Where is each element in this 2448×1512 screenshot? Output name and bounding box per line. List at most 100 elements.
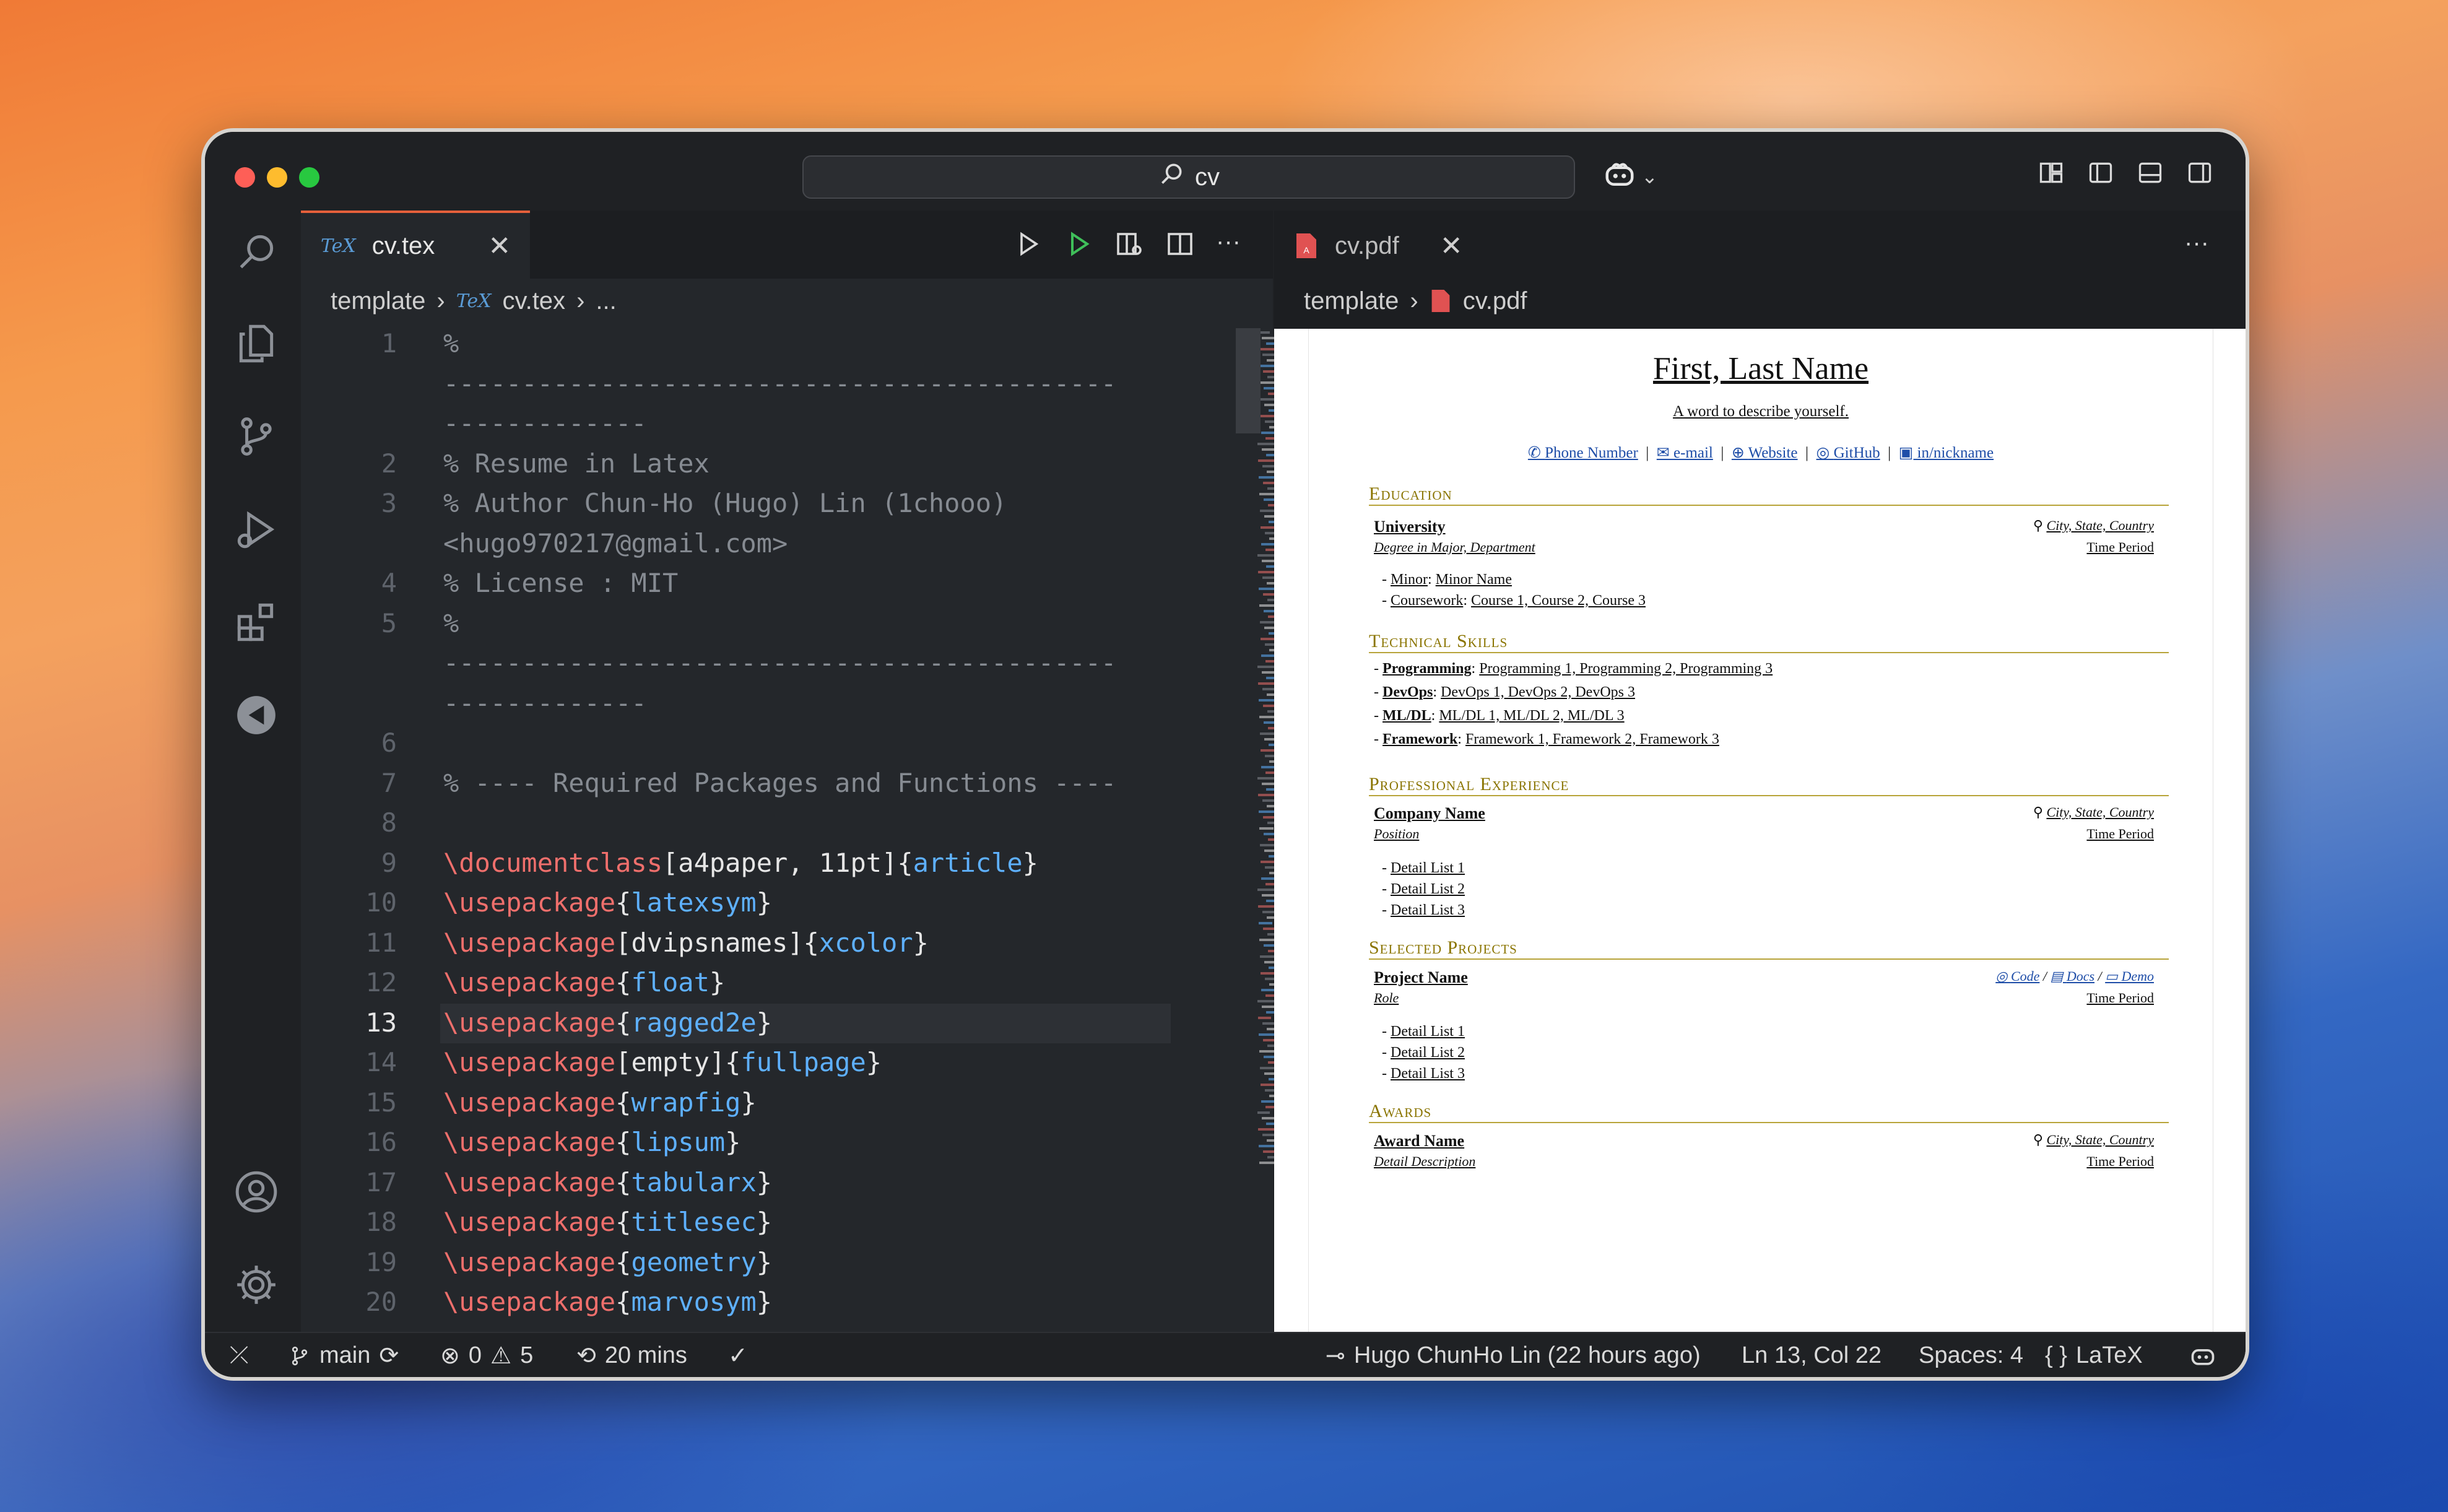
minimap-line [1257,1111,1270,1114]
settings-gear-icon[interactable] [233,1262,279,1308]
branch-name: main [319,1342,371,1368]
error-icon: ⊗ [440,1343,460,1369]
remote-indicator[interactable]: ⤫ [230,1333,249,1377]
line-number: 11 [365,927,397,958]
explorer-icon[interactable] [233,321,279,367]
close-window-button[interactable] [235,167,255,188]
chevron-right-icon: › [436,287,445,315]
copilot-status[interactable] [2189,1333,2216,1377]
more-actions-icon[interactable]: ··· [1216,229,1241,259]
website-link[interactable]: ⊕ Website [1732,445,1798,461]
language-mode[interactable]: { } LaTeX [2045,1333,2143,1377]
toggle-secondary-sidebar-icon[interactable] [2186,159,2213,186]
breadcrumb-file[interactable]: cv.pdf [1463,287,1527,315]
proj-time: Time Period [2086,990,2154,1006]
braces-icon: { } [2045,1342,2067,1368]
code-area[interactable]: 1% --------------------------------------… [301,328,1171,1331]
code-line: % [443,328,459,358]
section-awards: Awards [1369,1101,2169,1123]
code-line: ------------- [443,687,647,718]
docs-link[interactable]: ▤ Docs [2051,968,2095,984]
check-icon: ✓ [728,1343,748,1369]
minimize-window-button[interactable] [267,167,287,188]
search-icon[interactable] [233,229,279,275]
line-number: 19 [365,1246,397,1277]
code-line: \usepackage{wrapfig} [443,1087,757,1118]
line-number: 15 [365,1087,397,1118]
close-tab-icon[interactable]: ✕ [1440,230,1463,262]
problems-indicator[interactable]: ⊗ 0 ⚠ 5 [440,1333,533,1377]
copilot-menu[interactable]: ⌄ [1603,158,1658,194]
extensions-icon[interactable] [233,599,279,645]
vscode-window: cv ⌄ TeX cv.tex ✕ ··· template › TeX cv.… [201,128,2249,1381]
linkedin-link[interactable]: ▣ in/nickname [1899,445,1994,461]
customize-layout-icon[interactable] [2038,159,2065,186]
code-link[interactable]: ◎ Code [1995,968,2039,984]
proj-name: Project Name [1374,968,1468,986]
section-projects: Selected Projects [1369,937,2169,960]
code-line: \usepackage{marvosym} [443,1287,773,1317]
more-actions-icon[interactable]: ··· [2184,229,2209,257]
build-latex-icon[interactable] [1064,229,1093,259]
timer-indicator[interactable]: ⟲ 20 mins [576,1333,687,1377]
line-number: 17 [365,1167,397,1197]
run-icon[interactable] [1013,229,1043,259]
git-branch-icon [292,1346,308,1365]
toggle-panel-icon[interactable] [2137,159,2164,186]
exp-company: Company Name [1374,804,1485,822]
minimap-line [1257,554,1276,557]
branch-indicator[interactable]: main ⟳ [289,1333,399,1377]
tab-cv-tex[interactable]: TeX cv.tex ✕ [301,211,530,279]
source-control-icon[interactable] [233,414,279,459]
code-line: \usepackage{latexsym} [443,887,773,918]
git-blame-indicator[interactable]: ⊸ Hugo ChunHo Lin (22 hours ago) [1326,1333,1701,1377]
breadcrumb-more[interactable]: ... [596,287,616,315]
breadcrumb-file[interactable]: cv.tex [503,287,566,315]
editor-scrollbar[interactable] [1236,328,1261,433]
exp-detail: - Detail List 1 [1382,860,1465,876]
proj-detail: - Detail List 3 [1382,1066,1465,1082]
line-number: 6 [381,728,397,758]
github-link[interactable]: ◎ GitHub [1816,445,1880,461]
command-center-search[interactable]: cv [802,155,1575,199]
run-debug-icon[interactable] [233,506,279,552]
account-icon[interactable] [233,1169,279,1215]
warning-icon: ⚠ [490,1343,512,1369]
breadcrumb-folder[interactable]: template [1304,287,1399,315]
editor-actions: ··· [1013,229,1241,259]
latex-workshop-icon[interactable] [233,692,279,738]
code-line: \usepackage{titlesec} [443,1207,773,1237]
sync-icon[interactable]: ⟳ [379,1342,399,1370]
toggle-primary-sidebar-icon[interactable] [2087,159,2114,186]
line-number: 13 [365,1007,397,1038]
close-tab-icon[interactable]: ✕ [488,230,511,262]
remote-icon: ⤫ [230,1342,249,1368]
tex-file-icon: TeX [321,235,356,257]
email-link[interactable]: ✉ e-mail [1657,445,1713,461]
editor-tab-bar: TeX cv.tex ✕ ··· [301,211,1273,279]
split-editor-icon[interactable] [1165,229,1195,259]
tab-label: cv.tex [371,232,435,259]
edu-coursework: - Coursework: Course 1, Course 2, Course… [1382,593,1646,609]
blame-text: Hugo ChunHo Lin (22 hours ago) [1353,1342,1701,1368]
contact-row: ✆ Phone Number | ✉ e-mail | ⊕ Website | … [1527,445,1994,461]
demo-link[interactable]: ▭ Demo [2105,968,2154,984]
phone-link[interactable]: ✆ Phone Number [1528,445,1638,461]
chevron-right-icon: › [1410,287,1418,315]
indentation[interactable]: Spaces: 4 [1919,1333,2023,1377]
code-line: % License : MIT [443,568,679,598]
minimap-line [1259,922,1272,924]
maximize-window-button[interactable] [299,167,319,188]
exp-position: Position [1374,826,1420,841]
view-pdf-icon[interactable] [1114,229,1144,259]
language-label: LaTeX [2075,1342,2143,1368]
code-line: \usepackage{lipsum} [443,1127,741,1157]
breadcrumb-folder[interactable]: template [331,287,425,315]
tab-cv-pdf[interactable]: A cv.pdf ✕ [1274,211,1485,279]
pdf-breadcrumb: template › cv.pdf [1274,279,2246,323]
code-line: <hugo970217@gmail.com> [443,528,788,558]
cursor-position[interactable]: Ln 13, Col 22 [1742,1333,1882,1377]
code-line: % Resume in Latex [443,448,710,479]
line-number: 3 [381,488,397,518]
check-indicator[interactable]: ✓ [728,1333,748,1377]
